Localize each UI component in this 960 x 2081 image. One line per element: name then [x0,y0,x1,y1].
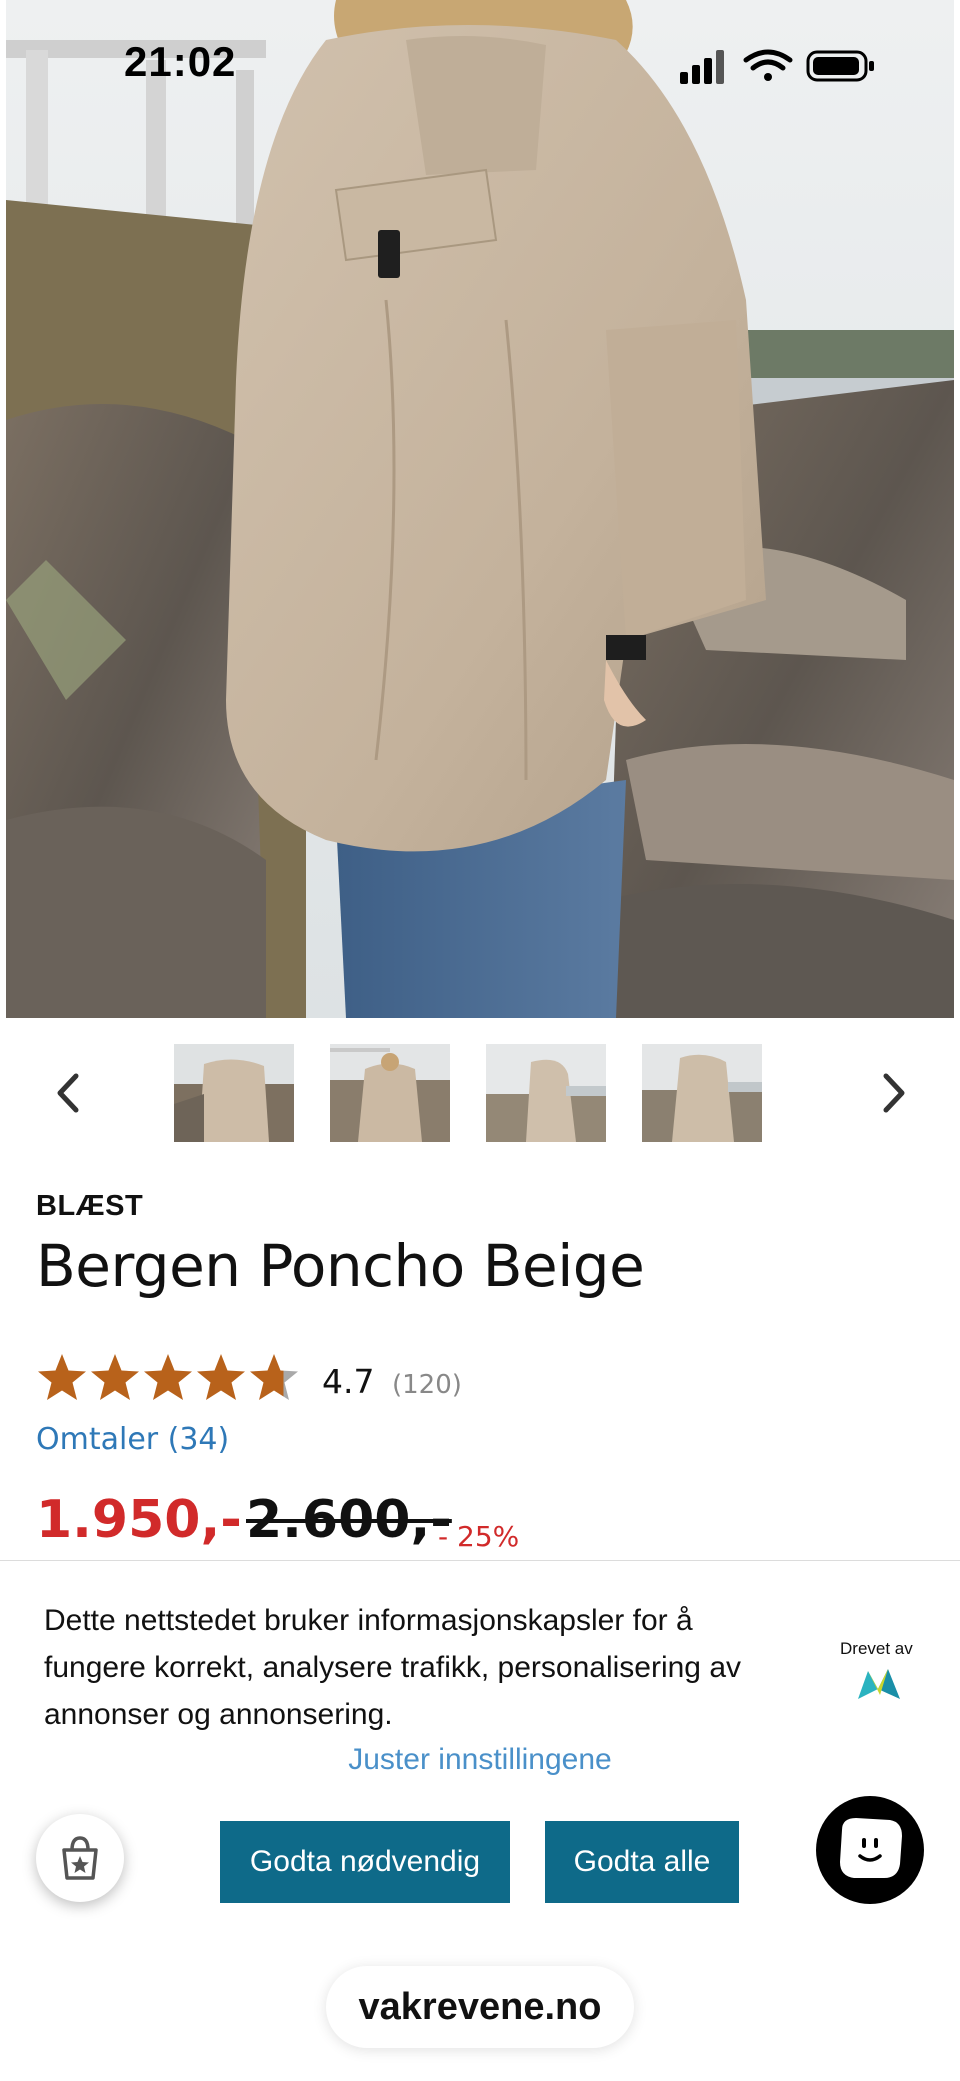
gallery-thumbnail-4[interactable] [642,1044,762,1142]
accept-all-button[interactable]: Godta alle [545,1821,739,1903]
cookie-message: Dette nettstedet bruker informasjonskaps… [44,1604,742,1731]
image-gallery [0,1018,960,1168]
consent-provider-logo[interactable] [856,1665,902,1701]
star-full-icon [38,1354,86,1400]
original-price: 2.600,- [246,1490,452,1550]
signal-icon [680,50,724,84]
battery-icon [806,50,874,82]
accept-necessary-button[interactable]: Godta nødvendig [220,1821,510,1903]
chat-smiley-icon [840,1818,902,1878]
current-price: 1.950,- [36,1490,242,1550]
star-partial-icon [250,1354,298,1400]
status-time: 21:02 [124,38,237,85]
gallery-thumbnail-2[interactable] [330,1044,450,1142]
gallery-thumbnail-1[interactable] [174,1044,294,1142]
star-full-icon [91,1354,139,1400]
cookie-consent-banner: Dette nettstedet bruker informasjonskaps… [0,1560,960,1941]
chevron-left-icon[interactable] [48,1068,92,1118]
product-title: Bergen Poncho Beige [36,1232,645,1300]
discount-badge: - 25% [438,1520,520,1553]
star-full-icon [197,1354,245,1400]
product-brand[interactable]: BLÆST [36,1190,143,1223]
chevron-right-icon[interactable] [870,1068,914,1118]
gallery-thumbnail-3[interactable] [486,1044,606,1142]
chat-button[interactable] [816,1796,924,1904]
rating-stars [38,1354,298,1400]
shopping-bag-icon [62,1836,98,1880]
product-hero-image[interactable] [6,0,954,1018]
adjust-settings-link[interactable]: Juster innstillingene [0,1743,960,1777]
shopping-bag-button[interactable] [36,1814,124,1902]
reviews-link[interactable]: Omtaler (34) [36,1422,229,1457]
wifi-icon [743,49,793,81]
rating-count: (120) [392,1370,462,1400]
powered-by-label: Drevet av [840,1639,913,1658]
rating-value: 4.7 [322,1362,375,1401]
star-full-icon [144,1354,192,1400]
address-bar[interactable]: vakrevene.no [326,1966,634,2048]
